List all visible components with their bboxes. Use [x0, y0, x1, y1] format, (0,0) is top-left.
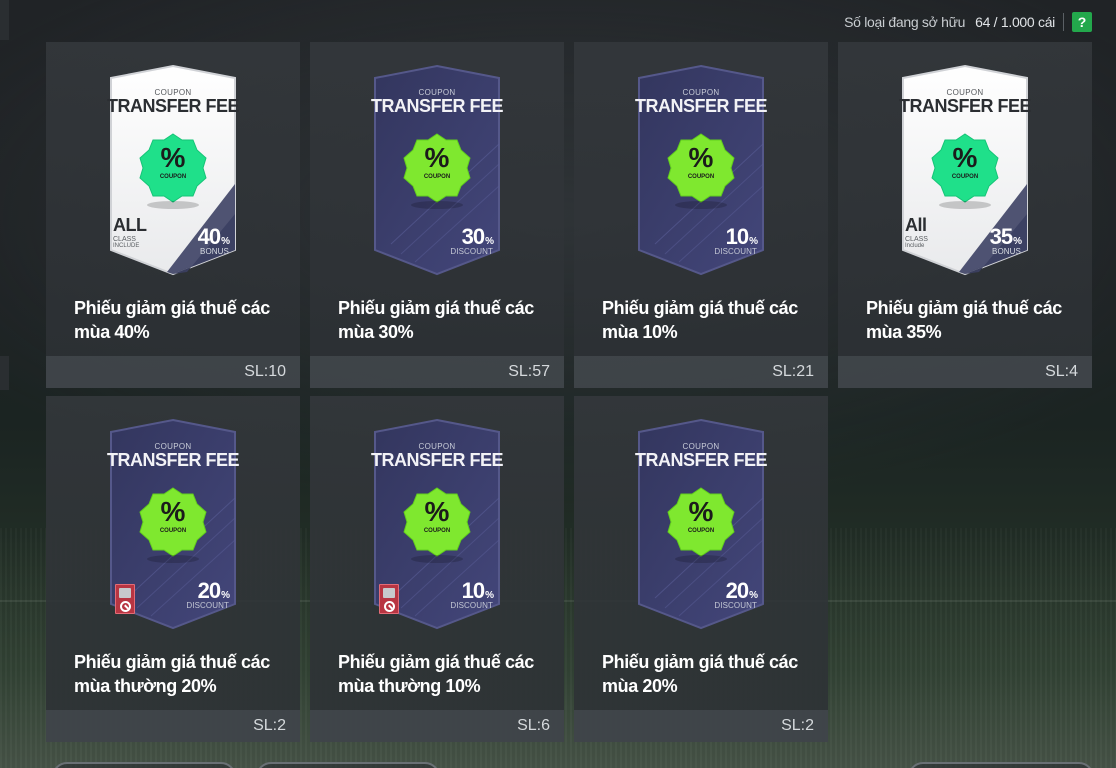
class-all-text: ALL	[113, 215, 147, 235]
coupon-value-unit: %	[485, 236, 494, 247]
item-card[interactable]: COUPON TRANSFER FEE% COUPON All CLASS Include…	[838, 42, 1092, 388]
item-card[interactable]: COUPON TRANSFER FEE% COUPON 30% DISCOUNT Phiế…	[310, 42, 564, 388]
class-all-text: All	[905, 215, 927, 235]
restriction-icon	[115, 584, 135, 614]
bottom-button[interactable]	[52, 762, 236, 768]
coupon-value-number: 20	[725, 578, 750, 603]
item-name: Phiếu giảm giá thuế các mùa thường 20%	[74, 652, 270, 696]
item-quantity-bar: SL:21	[574, 356, 828, 388]
item-quantity-bar: SL:2	[46, 710, 300, 742]
item-quantity-bar: SL:4	[838, 356, 1092, 388]
item-name: Phiếu giảm giá thuế các mùa 30%	[338, 298, 534, 342]
coupon-value-type: BONUS	[992, 247, 1021, 256]
coupon-value-number: 40	[197, 224, 222, 249]
item-name: Phiếu giảm giá thuế các mùa 10%	[602, 298, 798, 342]
item-quantity: SL:2	[253, 717, 286, 734]
item-card[interactable]: COUPON TRANSFER FEE% COUPON 20% DISCOUNT Phiế…	[46, 396, 300, 742]
item-card[interactable]: COUPON TRANSFER FEE% COUPON 20% DISCOUNT Phiế…	[574, 396, 828, 742]
coupon-value-unit: %	[749, 590, 758, 601]
coupon-value-unit: %	[749, 236, 758, 247]
coupon-value-type: DISCOUNT	[714, 247, 757, 256]
percent-badge-icon: %	[688, 496, 714, 527]
percent-badge-icon: %	[424, 142, 450, 173]
coupon-value-number: 10	[725, 224, 750, 249]
help-button[interactable]: ?	[1072, 12, 1092, 32]
percent-badge-icon: %	[952, 142, 978, 173]
percent-badge-icon: %	[688, 142, 714, 173]
bottom-button[interactable]	[908, 762, 1094, 768]
item-quantity: SL:10	[244, 363, 286, 380]
coupon-title: TRANSFER FEE	[107, 450, 240, 470]
inventory-bar: Số loại đang sở hữu 64 / 1.000 cái ?	[0, 0, 1116, 44]
item-quantity-bar: SL:10	[46, 356, 300, 388]
restriction-icon	[379, 584, 399, 614]
bottom-button[interactable]	[256, 762, 440, 768]
coupon-value-type: BONUS	[200, 247, 229, 256]
divider	[1063, 13, 1064, 31]
item-card[interactable]: COUPON TRANSFER FEE% COUPON 10% DISCOUNT Phiế…	[574, 42, 828, 388]
coupon-value-type: DISCOUNT	[714, 601, 757, 610]
coupon-title: TRANSFER FEE	[371, 96, 504, 116]
left-edge-panel	[0, 356, 9, 390]
coupon-value-unit: %	[221, 590, 230, 601]
coupon-card-image: COUPON TRANSFER FEE% COUPON 10% DISCOUNT	[371, 418, 504, 630]
item-quantity: SL:21	[772, 363, 814, 380]
coupon-title: TRANSFER FEE	[899, 96, 1032, 116]
coupon-card-image: COUPON TRANSFER FEE% COUPON 30% DISCOUNT	[371, 64, 504, 276]
item-quantity-bar: SL:2	[574, 710, 828, 742]
coupon-value-number: 35	[989, 224, 1014, 249]
item-quantity-bar: SL:57	[310, 356, 564, 388]
badge-coupon-label: COUPON	[687, 174, 715, 180]
coupon-value-number: 10	[461, 578, 486, 603]
class-all-sub2: INCLUDE	[113, 243, 140, 249]
percent-badge-icon: %	[160, 142, 186, 173]
inventory-label: Số loại đang sở hữu	[844, 14, 966, 30]
coupon-card-image: COUPON TRANSFER FEE% COUPON ALL CLASS INCLUDE…	[107, 64, 240, 276]
item-card[interactable]: COUPON TRANSFER FEE% COUPON 10% DISCOUNT Phiế…	[310, 396, 564, 742]
item-name: Phiếu giảm giá thuế các mùa 40%	[74, 298, 270, 342]
item-quantity: SL:2	[781, 717, 814, 734]
coupon-card-image: COUPON TRANSFER FEE% COUPON 20% DISCOUNT	[107, 418, 240, 630]
class-all-sub: CLASS	[905, 236, 928, 243]
coupon-card-image: COUPON TRANSFER FEE% COUPON 20% DISCOUNT	[635, 418, 768, 630]
coupon-title: TRANSFER FEE	[371, 450, 504, 470]
percent-badge-icon: %	[160, 496, 186, 527]
item-quantity: SL:4	[1045, 363, 1078, 380]
item-name: Phiếu giảm giá thuế các mùa thường 10%	[338, 652, 534, 696]
inventory-count: 64 / 1.000 cái	[975, 14, 1055, 30]
item-quantity-bar: SL:6	[310, 710, 564, 742]
item-quantity: SL:57	[508, 363, 550, 380]
badge-coupon-label: COUPON	[423, 174, 451, 180]
coupon-value-number: 20	[197, 578, 222, 603]
coupon-card-image: COUPON TRANSFER FEE% COUPON 10% DISCOUNT	[635, 64, 768, 276]
coupon-value-type: DISCOUNT	[450, 601, 493, 610]
class-all-label: ALL CLASS INCLUDE	[113, 216, 147, 249]
coupon-value-unit: %	[1013, 236, 1022, 247]
badge-coupon-label: COUPON	[159, 528, 187, 534]
item-card[interactable]: COUPON TRANSFER FEE% COUPON ALL CLASS INCLUDE…	[46, 42, 300, 388]
coupon-value-unit: %	[485, 590, 494, 601]
coupon-value-type: DISCOUNT	[450, 247, 493, 256]
item-quantity: SL:6	[517, 717, 550, 734]
coupon-title: TRANSFER FEE	[635, 450, 768, 470]
badge-coupon-label: COUPON	[687, 528, 715, 534]
class-all-sub: CLASS	[113, 236, 136, 243]
coupon-title: TRANSFER FEE	[107, 96, 240, 116]
coupon-card-image: COUPON TRANSFER FEE% COUPON All CLASS Include…	[899, 64, 1032, 276]
coupon-title: TRANSFER FEE	[635, 96, 768, 116]
percent-badge-icon: %	[424, 496, 450, 527]
item-name: Phiếu giảm giá thuế các mùa 20%	[602, 652, 798, 696]
coupon-value-number: 30	[461, 224, 486, 249]
class-all-label: All CLASS Include	[905, 216, 928, 249]
coupon-value-unit: %	[221, 236, 230, 247]
item-name: Phiếu giảm giá thuế các mùa 35%	[866, 298, 1062, 342]
badge-coupon-label: COUPON	[423, 528, 451, 534]
badge-coupon-label: COUPON	[951, 174, 979, 180]
coupon-value-type: DISCOUNT	[186, 601, 229, 610]
class-all-sub2: Include	[905, 243, 925, 249]
badge-coupon-label: COUPON	[159, 174, 187, 180]
